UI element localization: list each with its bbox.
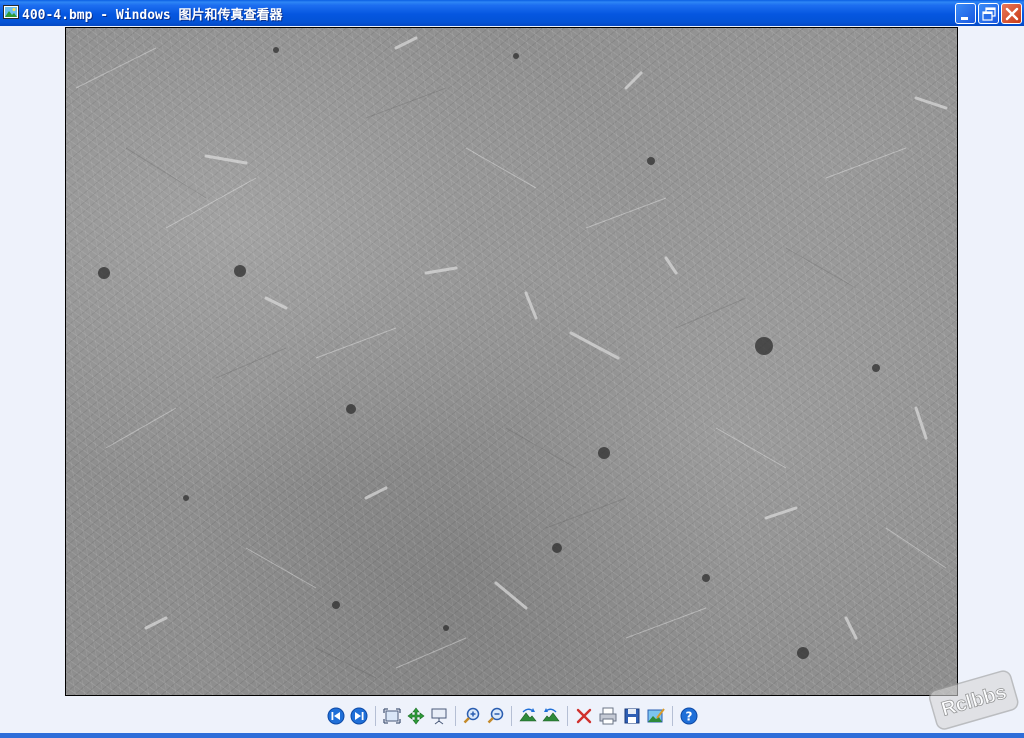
svg-text:?: ? [686,710,693,724]
next-image-icon [350,707,368,725]
rotate-clockwise-button[interactable] [517,705,539,727]
restore-button[interactable] [978,3,999,24]
viewer-toolbar: ? [0,700,1024,733]
toolbar-separator [511,706,512,726]
slideshow-button[interactable] [428,705,450,727]
actual-size-button[interactable] [405,705,427,727]
zoom-in-icon [463,707,480,724]
save-button[interactable] [621,705,643,727]
window-bottom-border [0,733,1024,738]
zoom-in-button[interactable] [461,705,483,727]
toolbar-separator [567,706,568,726]
previous-image-button[interactable] [325,705,347,727]
title-bar[interactable]: 400-4.bmp - Windows 图片和传真查看器 [0,0,1024,26]
close-icon [1005,7,1019,21]
actual-size-icon [407,707,425,725]
minimize-icon [961,17,968,20]
toolbar-separator [375,706,376,726]
help-icon: ? [680,707,698,725]
picture-viewer-window: 400-4.bmp - Windows 图片和传真查看器 ? Rclbbs [0,0,1024,738]
previous-image-icon [327,707,345,725]
edit-image-button[interactable] [645,705,667,727]
zoom-out-icon [487,707,504,724]
micrograph-texture [75,36,948,679]
displayed-image[interactable] [65,27,958,696]
toolbar-separator [672,706,673,726]
rotate-clockwise-icon [519,708,537,722]
window-title: 400-4.bmp - Windows 图片和传真查看器 [22,8,283,23]
help-button[interactable]: ? [678,705,700,727]
delete-button[interactable] [573,705,595,727]
restore-icon [982,7,996,21]
minimize-button[interactable] [955,3,976,24]
edit-image-icon [647,708,665,723]
print-button[interactable] [597,705,619,727]
rotate-counterclockwise-icon [542,708,560,722]
slideshow-icon [431,708,447,725]
toolbar-separator [455,706,456,726]
print-icon [599,707,617,725]
close-button[interactable] [1001,3,1022,24]
best-fit-button[interactable] [381,705,403,727]
image-viewer-app-icon [3,5,19,19]
next-image-button[interactable] [348,705,370,727]
zoom-out-button[interactable] [485,705,507,727]
delete-icon [576,708,592,724]
best-fit-icon [383,708,401,724]
save-icon [624,708,640,724]
rotate-counterclockwise-button[interactable] [540,705,562,727]
